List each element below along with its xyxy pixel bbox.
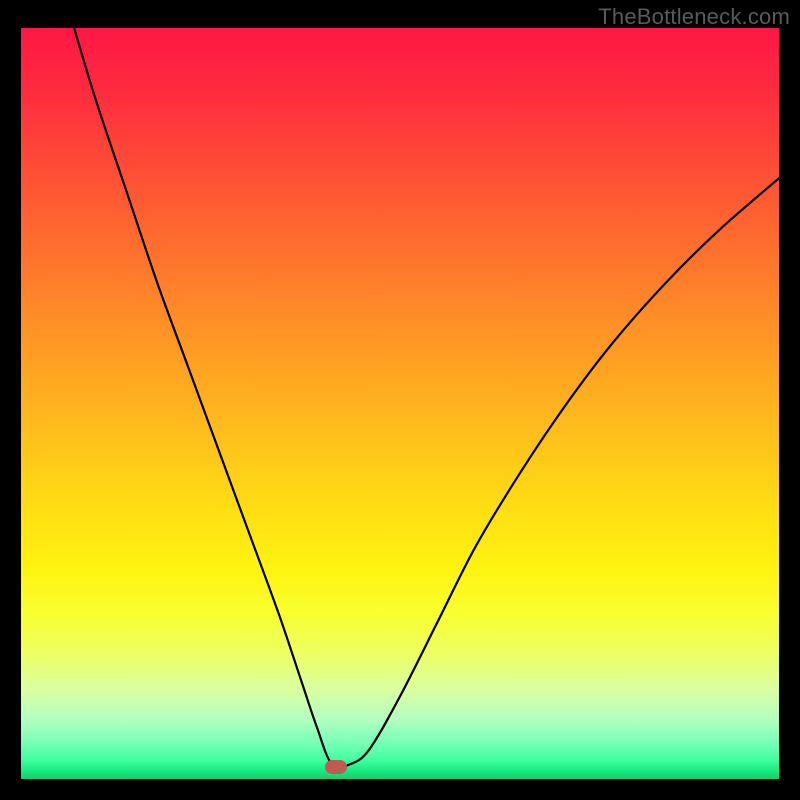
bottleneck-curve bbox=[21, 28, 779, 779]
min-marker bbox=[325, 760, 347, 774]
curve-path bbox=[74, 28, 779, 767]
chart-frame: TheBottleneck.com bbox=[0, 0, 800, 800]
watermark-text: TheBottleneck.com bbox=[598, 4, 790, 30]
plot-area bbox=[21, 28, 779, 779]
